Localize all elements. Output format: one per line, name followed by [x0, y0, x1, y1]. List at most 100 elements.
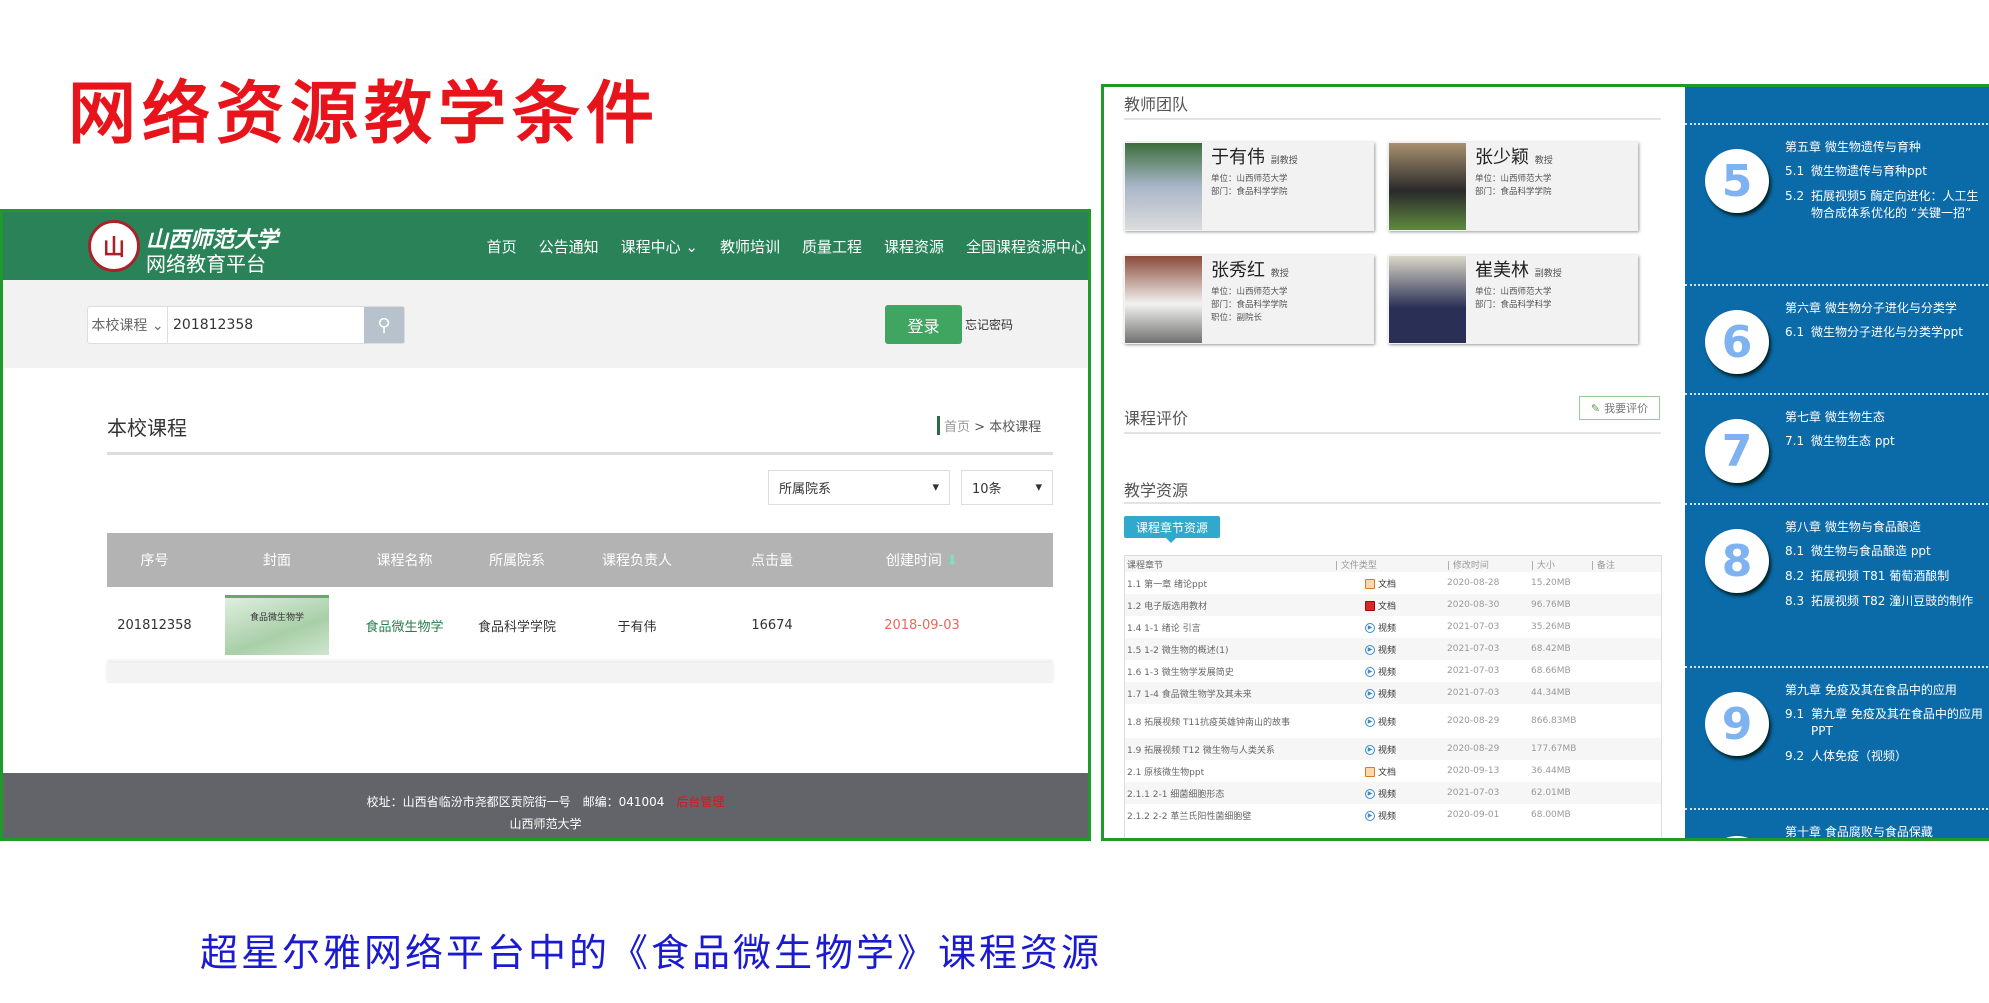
- resource-type: 文档: [1335, 599, 1447, 612]
- site-header: 山 山西师范大学 网络教育平台 首页 公告通知 课程中心 ⌄ 教师培训 质量工程…: [3, 212, 1088, 280]
- nav-course-center[interactable]: 课程中心 ⌄: [621, 236, 698, 257]
- tab-chapter-resources[interactable]: 课程章节资源: [1124, 516, 1220, 543]
- nav-resources[interactable]: 课程资源: [884, 236, 944, 257]
- chapter-item[interactable]: 9.2 人体免疫（视频）: [1785, 748, 1985, 765]
- resource-modified: 2021-07-03: [1447, 688, 1500, 698]
- resource-row[interactable]: 1.1 第一章 绪论ppt 文档 2020-08-28 15.20MB: [1125, 572, 1661, 594]
- dotted-divider: [1685, 393, 1989, 395]
- col-owner: 课程负责人: [602, 553, 672, 569]
- chapter-title[interactable]: 第十章 食品腐败与食品保藏: [1785, 824, 1985, 838]
- admin-link[interactable]: 后台管理: [676, 795, 724, 809]
- course-name-link[interactable]: 食品微生物学: [352, 616, 457, 635]
- login-button[interactable]: 登录: [885, 305, 962, 344]
- resource-row[interactable]: 1.2 电子版选用教材 文档 2020-08-30 96.76MB: [1125, 594, 1661, 616]
- chapter-number-badge: 6: [1705, 310, 1769, 374]
- chapter-title[interactable]: 第八章 微生物与食品酿造: [1785, 519, 1985, 536]
- resource-row[interactable]: 2.1.1 2-1 细菌细胞形态 ▶ 视频 2021-07-03 62.01MB: [1125, 782, 1661, 804]
- resource-row[interactable]: 2.1 原核微生物ppt 文档 2020-09-13 36.44MB: [1125, 760, 1661, 782]
- chevron-down-icon: ▾: [1035, 480, 1042, 495]
- course-cover[interactable]: 食品微生物学: [202, 595, 352, 655]
- chapter-item[interactable]: 8.1 微生物与食品酿造 ppt: [1785, 543, 1985, 560]
- table-footer: [107, 663, 1053, 683]
- breadcrumb-current: 本校课程: [989, 420, 1042, 435]
- chapter-item[interactable]: 8.3 拓展视频 T82 潼川豆豉的制作: [1785, 593, 1985, 610]
- chapter-title[interactable]: 第七章 微生物生态: [1785, 409, 1985, 426]
- resource-chapter[interactable]: 1.5 1-2 微生物的概述(1): [1125, 643, 1335, 656]
- university-seal-icon: 山: [88, 220, 140, 272]
- chapter-item[interactable]: 8.2 拓展视频 T81 葡萄酒酿制: [1785, 568, 1985, 585]
- col-dept: 所属院系: [489, 553, 545, 569]
- resource-type: 文档: [1335, 765, 1447, 778]
- resource-row[interactable]: 1.6 1-3 微生物学发展简史 ▶ 视频 2021-07-03 68.66MB: [1125, 660, 1661, 682]
- resource-modified: 2021-07-03: [1447, 644, 1500, 654]
- resource-type-label: 视频: [1378, 645, 1397, 656]
- chapter-sidebar: 5 第五章 微生物遗传与育种 5.1 微生物遗传与育种ppt 5.2 拓展视频5 酶定向…: [1685, 87, 1989, 838]
- chapter-title[interactable]: 第九章 免疫及其在食品中的应用: [1785, 682, 1985, 699]
- chapter-title[interactable]: 第五章 微生物遗传与育种: [1785, 139, 1985, 156]
- resource-row[interactable]: 1.9 拓展视频 T12 微生物与人类关系 ▶ 视频 2020-08-29 177…: [1125, 738, 1661, 760]
- resource-type-label: 文档: [1378, 601, 1397, 612]
- cover-image: 食品微生物学: [225, 595, 329, 655]
- resource-row[interactable]: 2.1.2 2-2 革兰氏阳性菌细胞壁 ▶ 视频 2020-09-01 68.00…: [1125, 804, 1661, 826]
- search-scope-select[interactable]: 本校课程 ⌄: [88, 307, 168, 343]
- play-icon: ▶: [1365, 745, 1375, 755]
- teacher-card[interactable]: 张秀红 教授 单位：山西师范大学 部门：食品科学学院 职位：副院长: [1124, 255, 1374, 344]
- breadcrumb-home[interactable]: 首页: [944, 420, 970, 435]
- resource-chapter[interactable]: 1.4 1-1 绪论 引言: [1125, 621, 1335, 634]
- nav-home[interactable]: 首页: [487, 236, 517, 257]
- chapter-title[interactable]: 第六章 微生物分子进化与分类学: [1785, 300, 1985, 317]
- teacher-dept: 部门：食品科学科学: [1475, 300, 1552, 310]
- teacher-unit: 单位：山西师范大学: [1475, 174, 1552, 184]
- resource-row[interactable]: 1.8 拓展视频 T11抗疫英雄钟南山的故事 ▶ 视频 2020-08-29 86…: [1125, 704, 1661, 738]
- resource-chapter[interactable]: 1.7 1-4 食品微生物学及其未来: [1125, 687, 1335, 700]
- resource-chapter[interactable]: 1.1 第一章 绪论ppt: [1125, 577, 1335, 590]
- nav-national-center[interactable]: 全国课程资源中心: [966, 236, 1086, 257]
- teacher-name: 崔美林: [1475, 260, 1529, 281]
- resource-chapter[interactable]: 2.1 原核微生物ppt: [1125, 765, 1335, 778]
- dotted-divider: [1685, 503, 1989, 505]
- resource-size: 36.44MB: [1531, 766, 1571, 776]
- logo-line2: 网络教育平台: [146, 252, 266, 276]
- course-id: 201812358: [117, 617, 192, 633]
- resource-row[interactable]: 1.5 1-2 微生物的概述(1) ▶ 视频 2021-07-03 68.42MB: [1125, 638, 1661, 660]
- col-note: | 备注: [1591, 560, 1615, 571]
- teacher-name: 张秀红: [1211, 260, 1265, 281]
- dept-filter-select[interactable]: 所属院系 ▾: [768, 470, 950, 505]
- resource-row[interactable]: 1.7 1-4 食品微生物学及其未来 ▶ 视频 2021-07-03 44.34M…: [1125, 682, 1661, 704]
- chapter-item[interactable]: 6.1 微生物分子进化与分类学ppt: [1785, 324, 1985, 341]
- resource-row[interactable]: 1.4 1-1 绪论 引言 ▶ 视频 2021-07-03 35.26MB: [1125, 616, 1661, 638]
- resource-chapter[interactable]: 1.6 1-3 微生物学发展简史: [1125, 665, 1335, 678]
- resource-type-label: 视频: [1378, 717, 1397, 728]
- search-input[interactable]: 201812358: [168, 307, 364, 343]
- rate-course-button[interactable]: ✎ 我要评价: [1579, 396, 1660, 420]
- chapter-item[interactable]: 5.2 拓展视频5 酶定向进化：人工生物合成体系优化的 “关键一招”: [1785, 188, 1985, 222]
- teacher-card[interactable]: 张少颖 教授 单位：山西师范大学 部门：食品科学学院: [1388, 142, 1638, 231]
- chapter-item[interactable]: 9.1 第九章 免疫及其在食品中的应用PPT: [1785, 706, 1985, 740]
- col-clicks: 点击量: [751, 553, 793, 569]
- chapter-item[interactable]: 7.1 微生物生态 ppt: [1785, 433, 1985, 450]
- resource-chapter[interactable]: 2.1.2 2-2 革兰氏阳性菌细胞壁: [1125, 809, 1335, 822]
- nav-notices[interactable]: 公告通知: [539, 236, 599, 257]
- page-size-value: 10条: [972, 482, 1002, 497]
- site-footer: 校址：山西省临汾市尧都区贡院街一号 邮编：041004 后台管理 山西师范大学: [3, 773, 1088, 838]
- resources-title: 教学资源: [1124, 481, 1189, 500]
- table-row[interactable]: 201812358 食品微生物学 食品微生物学 食品科学学院 于有伟 16674…: [107, 587, 1053, 663]
- teacher-card[interactable]: 崔美林 副教授 单位：山西师范大学 部门：食品科学科学: [1388, 255, 1638, 344]
- nav-quality[interactable]: 质量工程: [802, 236, 862, 257]
- course-detail-screenshot: 教师团队 于有伟 副教授 单位：山西师范大学 部门：食品科学学院 张少颖 教授 单…: [1101, 84, 1989, 841]
- resource-size: 177.67MB: [1531, 744, 1577, 754]
- chapter-item[interactable]: 5.1 微生物遗传与育种ppt: [1785, 163, 1985, 180]
- teacher-card[interactable]: 于有伟 副教授 单位：山西师范大学 部门：食品科学学院: [1124, 142, 1374, 231]
- page-size-select[interactable]: 10条 ▾: [961, 470, 1053, 505]
- play-icon: ▶: [1365, 645, 1375, 655]
- resource-chapter[interactable]: 1.2 电子版选用教材: [1125, 599, 1335, 612]
- resource-modified: 2021-07-03: [1447, 666, 1500, 676]
- forgot-password-link[interactable]: 忘记密码: [965, 316, 1013, 333]
- search-icon[interactable]: ⚲: [364, 307, 404, 343]
- col-created[interactable]: 创建时间 ⬇: [847, 550, 997, 570]
- search-bar: 本校课程 ⌄ 201812358 ⚲: [87, 306, 405, 344]
- resource-chapter[interactable]: 1.8 拓展视频 T11抗疫英雄钟南山的故事: [1125, 715, 1335, 728]
- resource-chapter[interactable]: 2.1.1 2-1 细菌细胞形态: [1125, 787, 1335, 800]
- nav-teacher-training[interactable]: 教师培训: [720, 236, 780, 257]
- resource-chapter[interactable]: 1.9 拓展视频 T12 微生物与人类关系: [1125, 743, 1335, 756]
